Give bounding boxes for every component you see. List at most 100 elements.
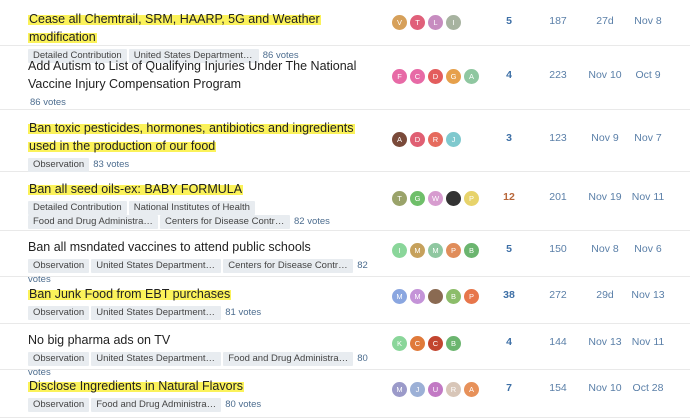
- avatar[interactable]: B: [464, 243, 479, 258]
- topic-title-link[interactable]: Ban all msndated vaccines to attend publ…: [28, 240, 311, 254]
- activity-date-created[interactable]: Nov 10: [585, 382, 625, 394]
- avatar[interactable]: [446, 191, 461, 206]
- activity-date-last[interactable]: Nov 11: [628, 191, 668, 203]
- activity-date-last[interactable]: Nov 11: [628, 336, 668, 348]
- topic-row[interactable]: Ban toxic pesticides, hormones, antibiot…: [0, 110, 690, 172]
- topic-title-link[interactable]: Cease all Chemtrail, SRM, HAARP, 5G and …: [28, 12, 321, 44]
- tag[interactable]: Food and Drug Administration: [91, 398, 222, 412]
- topic-row[interactable]: Disclose Ingredients in Natural Flavors O…: [0, 370, 690, 418]
- avatar[interactable]: A: [464, 382, 479, 397]
- avatar[interactable]: M: [428, 243, 443, 258]
- avatar[interactable]: C: [428, 336, 443, 351]
- avatar[interactable]: M: [410, 243, 425, 258]
- tag[interactable]: Centers for Disease Control a...: [223, 259, 354, 273]
- poster-avatars: IMMPB: [392, 243, 492, 259]
- avatar[interactable]: T: [392, 191, 407, 206]
- view-count[interactable]: 201: [538, 191, 578, 203]
- topic-title-link[interactable]: Disclose Ingredients in Natural Flavors: [28, 379, 244, 393]
- tag[interactable]: Detailed Contribution: [28, 201, 127, 215]
- tag[interactable]: Centers for Disease Control a...: [160, 215, 290, 229]
- view-count[interactable]: 272: [538, 289, 578, 301]
- topic-title-link[interactable]: Ban toxic pesticides, hormones, antibiot…: [28, 121, 355, 153]
- avatar[interactable]: G: [446, 69, 461, 84]
- activity-date-created[interactable]: 27d: [585, 15, 625, 27]
- avatar[interactable]: W: [428, 191, 443, 206]
- avatar[interactable]: B: [446, 336, 461, 351]
- avatar[interactable]: K: [392, 336, 407, 351]
- topic-main: Disclose Ingredients in Natural Flavors O…: [28, 377, 383, 412]
- activity-date-created[interactable]: Nov 19: [585, 191, 625, 203]
- topic-row[interactable]: Cease all Chemtrail, SRM, HAARP, 5G and …: [0, 0, 690, 63]
- activity-date-last[interactable]: Oct 28: [628, 382, 668, 394]
- reply-count: 4: [506, 336, 512, 348]
- avatar[interactable]: J: [410, 382, 425, 397]
- avatar[interactable]: U: [428, 382, 443, 397]
- activity-date-created[interactable]: Nov 10: [585, 69, 625, 81]
- tag[interactable]: Observation: [28, 398, 90, 412]
- avatar[interactable]: D: [428, 69, 443, 84]
- activity-date-last[interactable]: Nov 7: [628, 132, 668, 144]
- tag[interactable]: United States Department of ...: [91, 352, 222, 366]
- view-count[interactable]: 187: [538, 15, 578, 27]
- topic-row[interactable]: No big pharma ads on TV Observation United…: [0, 324, 690, 378]
- avatar[interactable]: R: [428, 132, 443, 147]
- avatar[interactable]: C: [410, 69, 425, 84]
- avatar[interactable]: P: [446, 243, 461, 258]
- view-count[interactable]: 150: [538, 243, 578, 255]
- avatar[interactable]: A: [392, 132, 407, 147]
- topic-title-link[interactable]: Ban all seed oils-ex: BABY FORMULA: [28, 182, 244, 196]
- avatar[interactable]: M: [410, 289, 425, 304]
- topic-title-link[interactable]: Add Autism to List of Qualifying Injurie…: [28, 59, 356, 91]
- tag[interactable]: National Institutes of Health: [128, 201, 255, 215]
- tag[interactable]: United States Department of ...: [91, 259, 222, 273]
- avatar[interactable]: J: [446, 132, 461, 147]
- topic-row[interactable]: Ban all seed oils-ex: BABY FORMULA Detail…: [0, 172, 690, 231]
- view-count[interactable]: 223: [538, 69, 578, 81]
- activity-date-last[interactable]: Nov 8: [628, 15, 668, 27]
- activity-date-created[interactable]: Nov 8: [585, 243, 625, 255]
- tag[interactable]: Observation: [28, 259, 90, 273]
- activity-date-last[interactable]: Nov 6: [628, 243, 668, 255]
- tag[interactable]: Observation: [28, 352, 90, 366]
- avatar[interactable]: R: [446, 382, 461, 397]
- topic-tags: 86 votes: [28, 96, 383, 110]
- view-count[interactable]: 123: [538, 132, 578, 144]
- avatar[interactable]: B: [446, 289, 461, 304]
- tag[interactable]: Observation: [28, 306, 90, 320]
- activity-date-created[interactable]: Nov 9: [585, 132, 625, 144]
- avatar[interactable]: I: [446, 15, 461, 30]
- poster-avatars: ADRJ: [392, 132, 492, 148]
- activity-date-last[interactable]: Nov 13: [628, 289, 668, 301]
- topic-row[interactable]: Ban Junk Food from EBT purchases Observat…: [0, 277, 690, 324]
- topic-tags: Observation Food and Drug Administration 8…: [28, 398, 383, 412]
- activity-date-created[interactable]: Nov 13: [585, 336, 625, 348]
- avatar[interactable]: G: [410, 191, 425, 206]
- tag[interactable]: Food and Drug Administration: [28, 215, 158, 229]
- tag[interactable]: United States Department of ...: [91, 306, 222, 320]
- avatar[interactable]: F: [392, 69, 407, 84]
- avatar[interactable]: L: [428, 15, 443, 30]
- view-count[interactable]: 154: [538, 382, 578, 394]
- avatar[interactable]: A: [464, 69, 479, 84]
- view-count[interactable]: 144: [538, 336, 578, 348]
- avatar[interactable]: I: [392, 243, 407, 258]
- avatar[interactable]: M: [392, 382, 407, 397]
- topic-row[interactable]: Ban all msndated vaccines to attend publ…: [0, 231, 690, 285]
- avatar[interactable]: P: [464, 191, 479, 206]
- avatar[interactable]: D: [410, 132, 425, 147]
- reply-count: 38: [503, 289, 515, 301]
- avatar[interactable]: P: [464, 289, 479, 304]
- tag[interactable]: Observation: [28, 158, 90, 172]
- avatar[interactable]: [428, 289, 443, 304]
- reply-count: 4: [506, 69, 512, 81]
- topic-title-link[interactable]: Ban Junk Food from EBT purchases: [28, 287, 232, 301]
- activity-date-last[interactable]: Oct 9: [628, 69, 668, 81]
- topic-row[interactable]: Add Autism to List of Qualifying Injurie…: [0, 46, 690, 110]
- topic-title-link[interactable]: No big pharma ads on TV: [28, 333, 170, 347]
- avatar[interactable]: M: [392, 289, 407, 304]
- avatar[interactable]: C: [410, 336, 425, 351]
- tag[interactable]: Food and Drug Administration: [223, 352, 354, 366]
- avatar[interactable]: V: [392, 15, 407, 30]
- activity-date-created[interactable]: 29d: [585, 289, 625, 301]
- avatar[interactable]: T: [410, 15, 425, 30]
